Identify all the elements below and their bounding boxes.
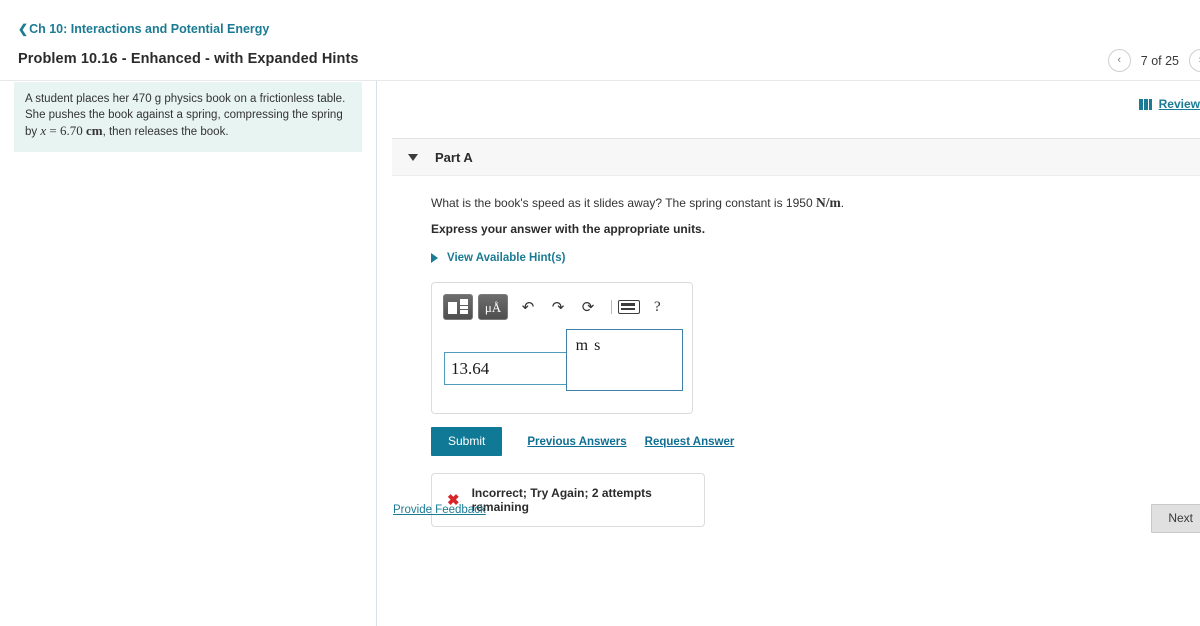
books-icon [1138, 98, 1153, 110]
question-period: . [840, 196, 845, 210]
submit-button[interactable]: Submit [431, 427, 503, 456]
unit-denominator: s [594, 337, 601, 354]
question-unit: N/m [815, 195, 841, 210]
statement-unit: cm [85, 123, 103, 138]
part-a-panel: Part A What is the book's speed as it sl… [392, 138, 1200, 527]
part-a-label: Part A [435, 149, 473, 165]
pagination: ‹ 7 of 25 › [1107, 49, 1200, 72]
triangle-right-icon [431, 253, 438, 263]
chevron-left-icon: ❮ [18, 22, 29, 36]
reset-icon[interactable]: ⟳ [576, 300, 600, 315]
math-toolbar: μÅ ↶ ↷ ⟳ ? [432, 293, 692, 321]
toolbar-separator [611, 300, 612, 314]
feedback-message: Incorrect; Try Again; 2 attempts remaini… [471, 486, 652, 514]
part-a-header[interactable]: Part A [392, 139, 1200, 176]
answer-widget: μÅ ↶ ↷ ⟳ ? 13.64 m s [431, 282, 693, 414]
view-hints-link[interactable]: View Available Hint(s) [431, 252, 565, 264]
page-title: Problem 10.16 - Enhanced - with Expanded… [18, 51, 359, 67]
breadcrumb[interactable]: ❮ Ch 10: Interactions and Potential Ener… [18, 22, 269, 36]
problem-counter: 7 of 25 [1140, 53, 1179, 68]
next-problem-button[interactable]: › [1189, 49, 1200, 72]
undo-icon[interactable]: ↶ [516, 300, 540, 315]
express-instruction: Express your answer with the appropriate… [431, 222, 706, 236]
statement-text-tail: , then releases the book. [102, 126, 229, 138]
review-link-row[interactable]: Review [1138, 97, 1200, 111]
units-button[interactable]: μÅ [478, 294, 508, 320]
part-a-body: What is the book's speed as it slides aw… [392, 176, 1200, 527]
breadcrumb-link[interactable]: Ch 10: Interactions and Potential Energy [29, 22, 269, 36]
redo-icon[interactable]: ↷ [546, 300, 570, 315]
answer-fields: 13.64 m s [432, 329, 692, 401]
previous-answers-link[interactable]: Previous Answers [527, 436, 626, 448]
prev-problem-button[interactable]: ‹ [1107, 49, 1131, 72]
feedback-banner: ✖ Incorrect; Try Again; 2 attempts remai… [431, 473, 705, 527]
statement-value: = 6.70 [46, 123, 86, 138]
answer-unit-input[interactable]: m s [566, 329, 683, 391]
request-answer-link[interactable]: Request Answer [645, 436, 735, 448]
help-icon[interactable]: ? [654, 299, 661, 316]
triangle-down-icon[interactable] [408, 153, 418, 161]
question-text-lead: What is the book's speed as it slides aw… [431, 196, 816, 210]
math-template-icon[interactable] [443, 294, 473, 320]
provide-feedback-link[interactable]: Provide Feedback [393, 504, 486, 516]
view-hints-label: View Available Hint(s) [447, 252, 566, 264]
problem-statement: A student places her 470 g physics book … [14, 82, 362, 152]
question-text: What is the book's speed as it slides aw… [431, 194, 1200, 212]
answer-value-input[interactable]: 13.64 [444, 352, 569, 385]
unit-numerator: m [575, 337, 589, 354]
right-panel: Review Part A What is the book's speed a… [377, 81, 1200, 626]
next-button[interactable]: Next [1151, 504, 1200, 533]
unit-fraction: m s [575, 336, 601, 355]
review-link-label[interactable]: Review [1159, 97, 1200, 111]
submit-row: Submit Previous Answers Request Answer [431, 427, 1200, 456]
left-panel [0, 81, 376, 626]
keyboard-icon[interactable] [618, 300, 640, 314]
